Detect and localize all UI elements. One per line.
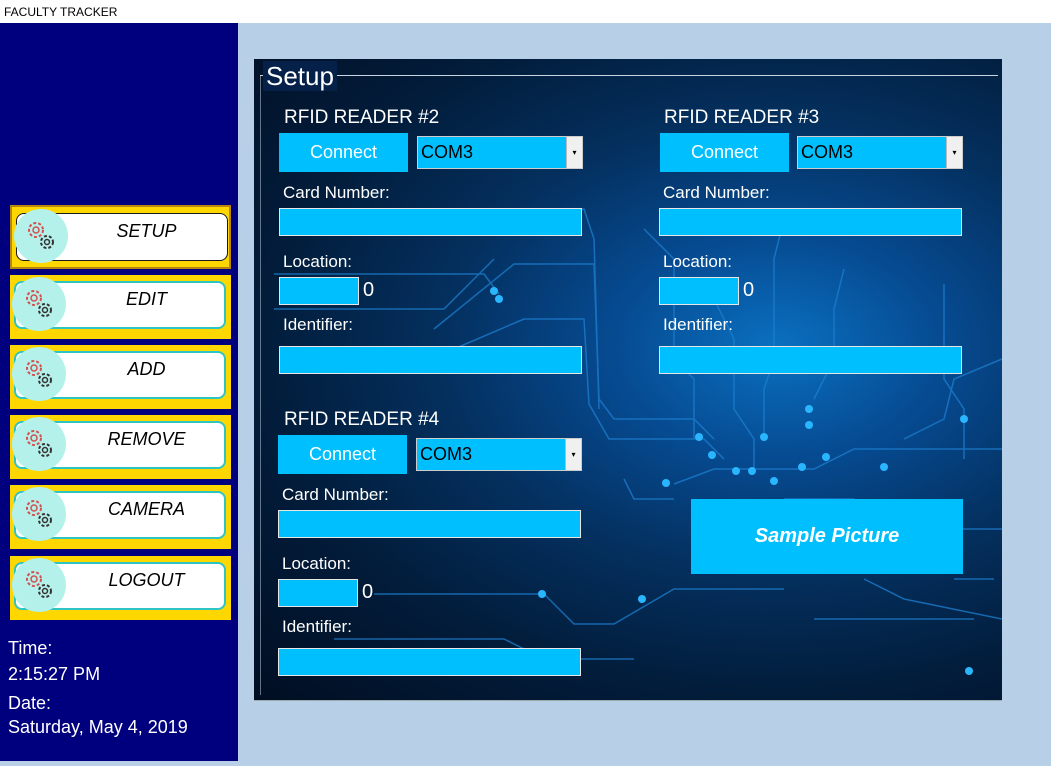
panel-frame-top [260, 75, 998, 76]
reader3-location-label: Location: [663, 252, 732, 271]
gears-icon [12, 277, 66, 331]
reader2-identifier-label: Identifier: [283, 315, 353, 334]
reader2-location-field[interactable] [279, 277, 359, 305]
gears-icon [14, 209, 68, 263]
reader4-card-field[interactable] [278, 510, 581, 538]
panel-frame-left [260, 75, 261, 695]
sample-picture: Sample Picture [691, 499, 963, 574]
reader2-port-select[interactable]: COM3 ▾ [417, 136, 583, 169]
reader2-port-value: COM3 [421, 142, 474, 162]
gears-icon [12, 558, 66, 612]
reader4-port-select[interactable]: COM3 ▾ [416, 438, 582, 471]
nav-remove-label: REMOVE [107, 429, 186, 449]
dropdown-arrow-icon[interactable]: ▾ [565, 439, 581, 470]
reader2-title: RFID READER #2 [284, 107, 440, 128]
nav-remove-button[interactable]: REMOVE [10, 415, 231, 479]
reader3-location-count: 0 [743, 279, 755, 301]
reader2-card-label: Card Number: [283, 183, 390, 202]
reader4-port-value: COM3 [420, 444, 473, 464]
nav-add-label: ADD [127, 359, 166, 379]
reader2-card-field[interactable] [279, 208, 582, 236]
gears-icon [12, 417, 66, 471]
date-value: Saturday, May 4, 2019 [8, 717, 188, 737]
gears-icon [12, 487, 66, 541]
reader3-card-label: Card Number: [663, 183, 770, 202]
reader4-location-field[interactable] [278, 579, 358, 607]
gears-icon [12, 347, 66, 401]
reader3-port-value: COM3 [801, 142, 854, 162]
nav-camera-button[interactable]: CAMERA [10, 485, 231, 549]
nav-setup-button[interactable]: SETUP [10, 205, 231, 269]
reader4-card-label: Card Number: [282, 485, 389, 504]
window-title: FACULTY TRACKER [0, 0, 1051, 23]
reader3-title: RFID READER #3 [664, 107, 820, 128]
reader3-identifier-label: Identifier: [663, 315, 733, 334]
reader4-identifier-label: Identifier: [282, 617, 352, 636]
date-label: Date: [8, 693, 52, 713]
reader3-port-select[interactable]: COM3 ▾ [797, 136, 963, 169]
reader3-identifier-field[interactable] [659, 346, 962, 374]
reader4-connect-button[interactable]: Connect [278, 435, 407, 474]
reader4-title: RFID READER #4 [284, 409, 440, 430]
reader2-location-count: 0 [363, 279, 375, 301]
nav-add-button[interactable]: ADD [10, 345, 231, 409]
panel-title: Setup [263, 61, 337, 91]
nav-logout-label: LOGOUT [108, 570, 185, 590]
reader3-connect-button[interactable]: Connect [660, 133, 789, 172]
nav-edit-label: EDIT [125, 289, 167, 309]
reader2-identifier-field[interactable] [279, 346, 582, 374]
dropdown-arrow-icon[interactable]: ▾ [946, 137, 962, 168]
setup-panel: Setup RFID READER #2 Connect COM3 ▾ Card… [254, 59, 1002, 701]
reader4-location-label: Location: [282, 554, 351, 573]
nav-logout-button[interactable]: LOGOUT [10, 556, 231, 620]
reader4-identifier-field[interactable] [278, 648, 581, 676]
reader4-location-count: 0 [362, 581, 374, 603]
reader2-connect-button[interactable]: Connect [279, 133, 408, 172]
sidebar: SETUP EDIT ADD REMOVE CAMERA LOGOUT Time… [0, 23, 238, 761]
time-label: Time: [8, 638, 53, 658]
nav-setup-label: SETUP [116, 221, 177, 241]
nav-camera-label: CAMERA [107, 499, 185, 519]
reader3-card-field[interactable] [659, 208, 962, 236]
reader3-location-field[interactable] [659, 277, 739, 305]
nav-edit-button[interactable]: EDIT [10, 275, 231, 339]
reader2-location-label: Location: [283, 252, 352, 271]
time-value: 2:15:27 PM [8, 664, 101, 684]
dropdown-arrow-icon[interactable]: ▾ [566, 137, 582, 168]
